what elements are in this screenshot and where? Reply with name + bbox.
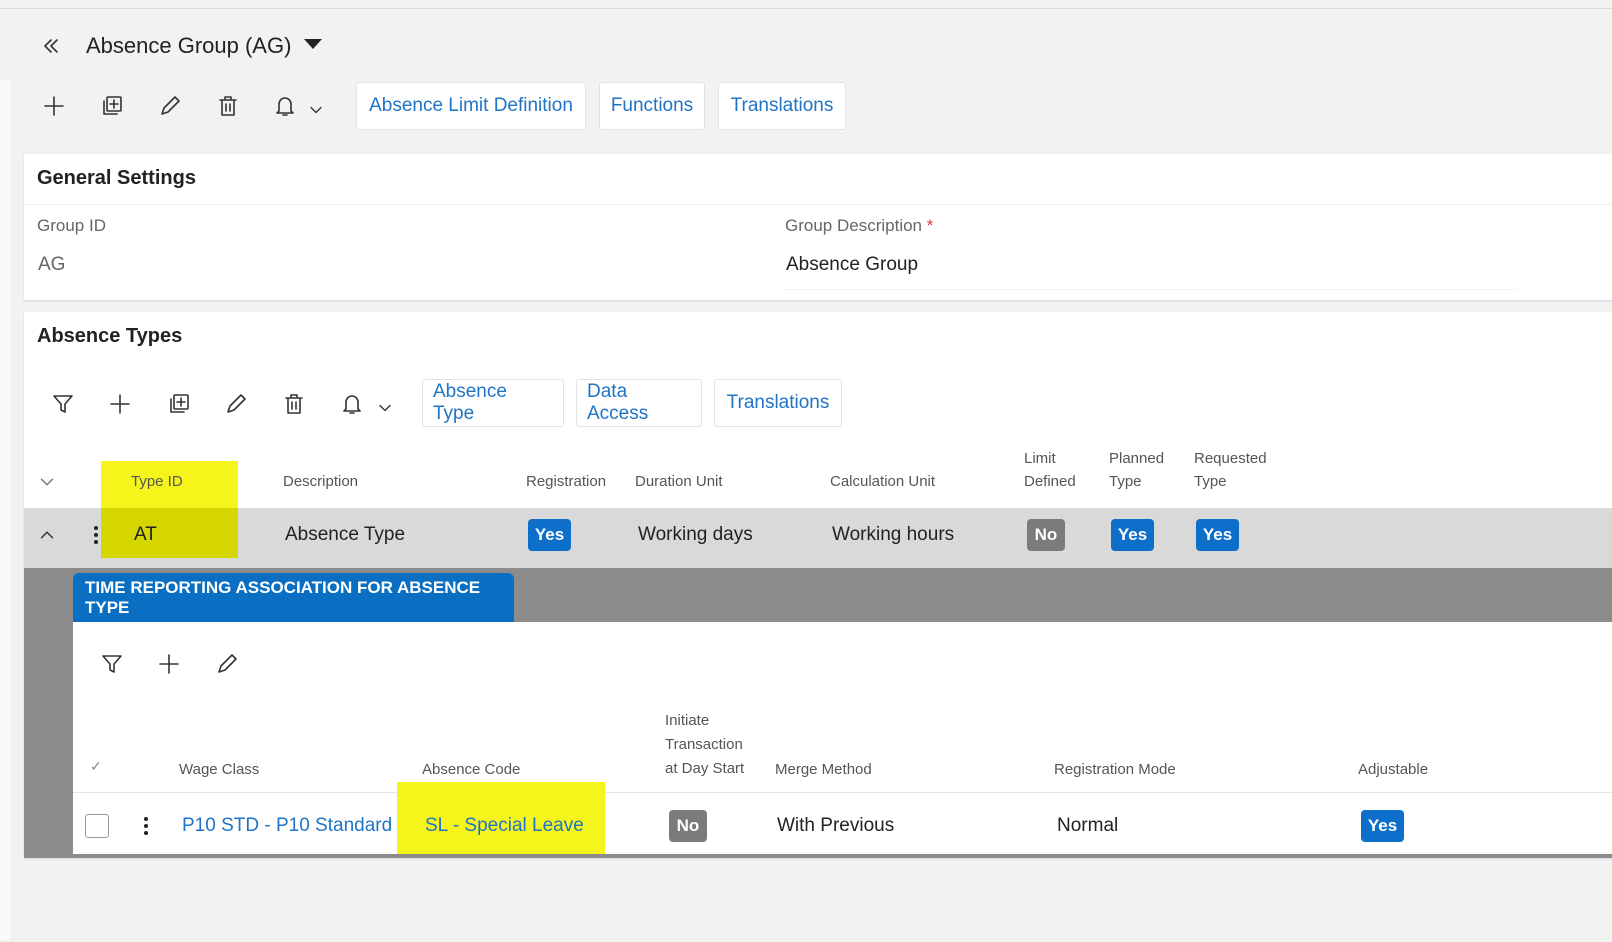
chevron-down-icon[interactable] bbox=[375, 395, 395, 421]
delete-icon[interactable] bbox=[215, 93, 241, 119]
notification-bell-icon[interactable] bbox=[339, 391, 365, 417]
column-merge-method[interactable]: Merge Method bbox=[775, 758, 872, 781]
column-initiate-transaction[interactable]: Initiate Transaction at Day Start bbox=[665, 709, 744, 781]
row-calculation-unit: Working hours bbox=[832, 524, 955, 545]
group-id-label: Group ID bbox=[37, 216, 106, 235]
group-description-input[interactable]: Absence Group bbox=[784, 242, 1518, 290]
type-id-cell-highlight bbox=[101, 508, 238, 558]
column-absence-code[interactable]: Absence Code bbox=[422, 758, 520, 781]
column-duration-unit[interactable]: Duration Unit bbox=[635, 470, 723, 493]
collapse-navigation-icon[interactable] bbox=[38, 33, 64, 59]
duplicate-icon[interactable] bbox=[99, 93, 125, 119]
notification-bell-icon[interactable] bbox=[272, 93, 298, 119]
required-marker: * bbox=[926, 216, 934, 235]
column-limit-defined[interactable]: Limit Defined bbox=[1024, 447, 1076, 493]
registration-badge: Yes bbox=[528, 519, 571, 551]
column-description[interactable]: Description bbox=[283, 470, 358, 493]
row-description: Absence Type bbox=[285, 524, 406, 545]
select-all-chevron-icon[interactable] bbox=[36, 469, 58, 495]
add-icon[interactable] bbox=[107, 391, 133, 417]
data-access-button[interactable]: Data Access bbox=[576, 379, 702, 427]
top-divider bbox=[0, 8, 1612, 9]
group-description-value: Absence Group bbox=[786, 254, 919, 275]
add-icon[interactable] bbox=[41, 93, 67, 119]
duplicate-icon[interactable] bbox=[166, 391, 192, 417]
page-title: Absence Group (AG) bbox=[86, 33, 292, 58]
edit-icon[interactable] bbox=[214, 651, 240, 677]
column-calculation-unit[interactable]: Calculation Unit bbox=[830, 470, 935, 493]
filter-icon[interactable] bbox=[50, 391, 76, 417]
column-type-id[interactable]: Type ID bbox=[131, 470, 183, 493]
absence-code-link[interactable]: SL - Special Leave bbox=[425, 815, 584, 837]
group-description-label: Group Description * bbox=[785, 216, 934, 235]
row-detail-panel: TIME REPORTING ASSOCIATION FOR ABSENCE T… bbox=[24, 568, 1612, 858]
initiate-transaction-badge: No bbox=[669, 810, 707, 842]
translations-button[interactable]: Translations bbox=[718, 82, 846, 130]
column-registration[interactable]: Registration bbox=[526, 470, 606, 493]
title-dropdown-icon[interactable] bbox=[304, 39, 322, 49]
side-panel-edge bbox=[0, 80, 10, 940]
column-requested-type[interactable]: Requested Type bbox=[1194, 447, 1267, 493]
row-type-id: AT bbox=[134, 524, 157, 545]
row-more-options-icon[interactable] bbox=[144, 817, 148, 837]
delete-icon[interactable] bbox=[281, 391, 307, 417]
row-checkbox[interactable] bbox=[85, 814, 109, 838]
row-divider bbox=[73, 792, 1612, 793]
tab-time-reporting-association[interactable]: TIME REPORTING ASSOCIATION FOR ABSENCE T… bbox=[73, 573, 514, 623]
table-row[interactable]: AT Absence Type Yes Working days Working… bbox=[24, 508, 1612, 568]
edit-icon[interactable] bbox=[157, 93, 183, 119]
row-duration-unit: Working days bbox=[638, 524, 753, 545]
limit-defined-badge: No bbox=[1027, 519, 1065, 551]
group-id-value: AG bbox=[38, 254, 66, 275]
translations-button[interactable]: Translations bbox=[714, 379, 842, 427]
select-all-check-icon[interactable]: ✓ bbox=[90, 758, 102, 775]
wage-class-link[interactable]: P10 STD - P10 Standard bbox=[182, 815, 392, 837]
filter-icon[interactable] bbox=[99, 651, 125, 677]
row-registration-mode: Normal bbox=[1057, 815, 1119, 836]
column-registration-mode[interactable]: Registration Mode bbox=[1054, 758, 1176, 781]
functions-button[interactable]: Functions bbox=[599, 82, 705, 130]
row-merge-method: With Previous bbox=[777, 815, 895, 836]
adjustable-badge: Yes bbox=[1361, 810, 1404, 842]
absence-types-title: Absence Types bbox=[37, 325, 183, 347]
time-reporting-panel: ✓ Wage Class Absence Code Initiate Transa… bbox=[73, 622, 1612, 854]
absence-type-button[interactable]: Absence Type bbox=[422, 379, 564, 427]
absence-types-card: Absence Types Absence Type Data Access T… bbox=[24, 312, 1612, 858]
column-wage-class[interactable]: Wage Class bbox=[179, 758, 259, 781]
absence-limit-definition-button[interactable]: Absence Limit Definition bbox=[356, 82, 586, 130]
collapse-row-icon[interactable] bbox=[36, 522, 58, 548]
general-settings-card: General Settings Group ID AG Group Descr… bbox=[24, 154, 1612, 300]
row-more-options-icon[interactable] bbox=[94, 526, 98, 546]
general-settings-title: General Settings bbox=[37, 167, 196, 189]
column-adjustable[interactable]: Adjustable bbox=[1358, 758, 1428, 781]
chevron-down-icon[interactable] bbox=[306, 97, 326, 123]
card-divider bbox=[24, 204, 1612, 205]
add-icon[interactable] bbox=[156, 651, 182, 677]
planned-type-badge: Yes bbox=[1111, 519, 1154, 551]
requested-type-badge: Yes bbox=[1196, 519, 1239, 551]
column-planned-type[interactable]: Planned Type bbox=[1109, 447, 1164, 493]
edit-icon[interactable] bbox=[223, 391, 249, 417]
